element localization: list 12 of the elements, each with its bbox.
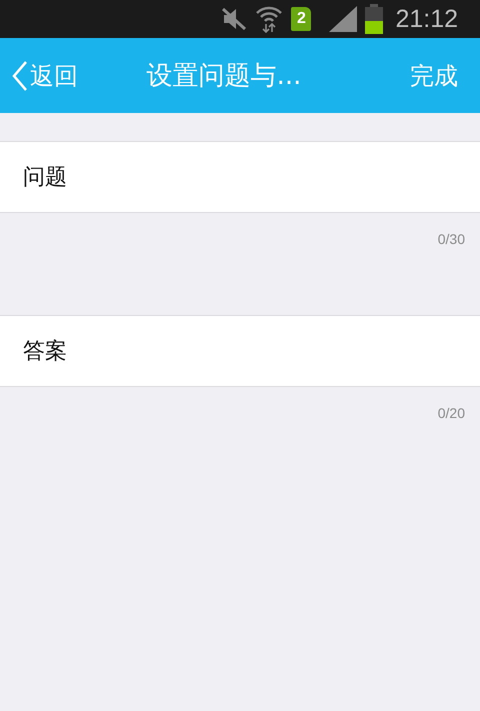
text-field[interactable]: 答案	[0, 315, 480, 387]
clock-time: 21:12	[395, 4, 458, 34]
wifi-icon	[255, 5, 284, 33]
signal-icon	[329, 6, 358, 32]
character-counter: 0/20	[438, 405, 465, 423]
page-title: 设置问题与...	[146, 60, 302, 93]
character-counter: 0/30	[438, 231, 465, 249]
text-field[interactable]: 问题	[0, 141, 480, 213]
back-chevron-icon	[12, 60, 28, 92]
battery-icon	[365, 4, 384, 34]
sim-badge: 2	[291, 7, 312, 31]
mute-icon	[221, 7, 248, 31]
